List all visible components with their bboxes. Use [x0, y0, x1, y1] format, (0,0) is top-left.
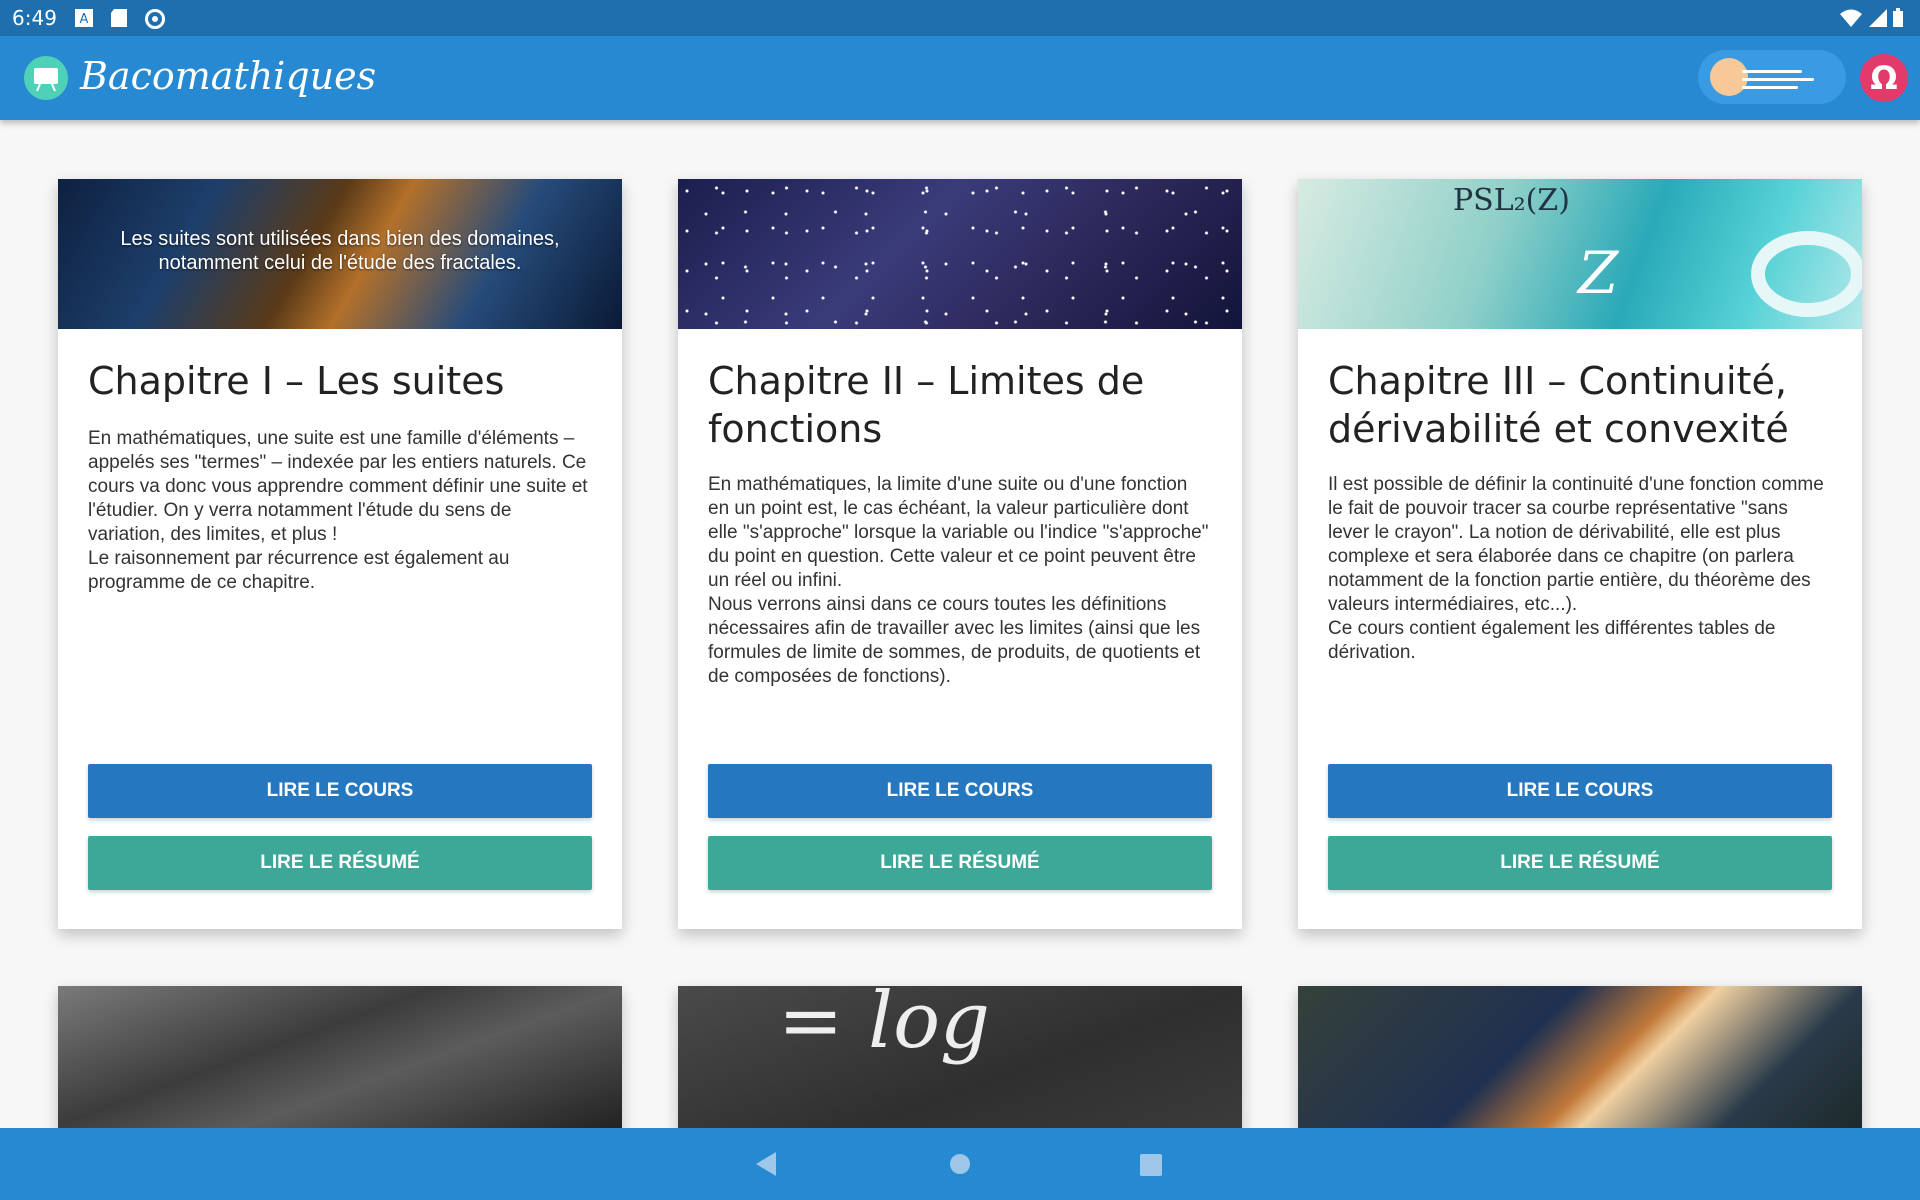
app-logo-icon	[24, 56, 68, 100]
math-diagram-image: PSL₂(Z) Z	[1298, 179, 1862, 329]
status-time: 6:49	[12, 6, 57, 30]
fractal-image: Les suites sont utilisées dans bien des …	[58, 179, 622, 329]
omega-button[interactable]: Ω	[1860, 54, 1908, 102]
chapter-card: Chapitre II – Limites de fonctions En ma…	[678, 179, 1242, 929]
app-bar: Bacomathiques Ω	[0, 36, 1920, 120]
read-summary-button[interactable]: LIRE LE RÉSUMÉ	[708, 836, 1212, 890]
read-course-button[interactable]: LIRE LE COURS	[708, 764, 1212, 818]
battery-icon	[1893, 8, 1903, 27]
card-title: Chapitre II – Limites de fonctions	[708, 359, 1145, 451]
chapter-card: Les suites sont utilisées dans bien des …	[58, 179, 622, 929]
card-title: Chapitre I – Les suites	[88, 359, 505, 403]
speed-line	[1742, 70, 1802, 73]
image-text-z: Z	[1578, 239, 1619, 307]
read-summary-button[interactable]: LIRE LE RÉSUMÉ	[88, 836, 592, 890]
app-title: Bacomathiques	[80, 54, 377, 98]
read-course-button[interactable]: LIRE LE COURS	[1328, 764, 1832, 818]
card-title: Chapitre III – Continuité, dérivabilité …	[1328, 359, 1789, 451]
status-bar: 6:49 A	[0, 0, 1920, 36]
card-description: En mathématiques, une suite est une fami…	[88, 428, 588, 593]
nav-bar	[0, 1128, 1920, 1200]
recents-icon[interactable]	[1140, 1154, 1162, 1176]
keyboard-image	[58, 986, 622, 1128]
sync-icon	[145, 9, 165, 29]
starfield-image	[678, 179, 1242, 329]
image-text-psl: PSL₂(Z)	[1453, 183, 1570, 218]
chalkboard-log-image: = log	[678, 986, 1242, 1128]
signal-icon	[1868, 9, 1887, 27]
theme-toggle[interactable]	[1698, 50, 1846, 104]
speed-line	[1742, 86, 1798, 89]
back-icon[interactable]	[756, 1152, 776, 1176]
card-description: En mathématiques, la limite d'une suite …	[708, 474, 1209, 687]
chapter-card: PSL₂(Z) Z Chapitre III – Continuité, dér…	[1298, 179, 1862, 929]
torus-shape	[1751, 231, 1862, 317]
sun-icon	[1710, 58, 1748, 96]
read-course-button[interactable]: LIRE LE COURS	[88, 764, 592, 818]
card-description: Il est possible de définir la continuité…	[1328, 474, 1824, 663]
sd-card-icon	[111, 9, 127, 27]
highway-lights-image	[1298, 986, 1862, 1128]
read-summary-button[interactable]: LIRE LE RÉSUMÉ	[1328, 836, 1832, 890]
wifi-icon	[1840, 9, 1863, 27]
home-icon[interactable]	[950, 1154, 970, 1174]
svg-text:A: A	[80, 12, 89, 27]
image-caption: Les suites sont utilisées dans bien des …	[120, 228, 560, 274]
speed-line	[1742, 78, 1814, 81]
a-icon: A	[75, 9, 93, 27]
image-text-log: = log	[778, 986, 990, 1066]
